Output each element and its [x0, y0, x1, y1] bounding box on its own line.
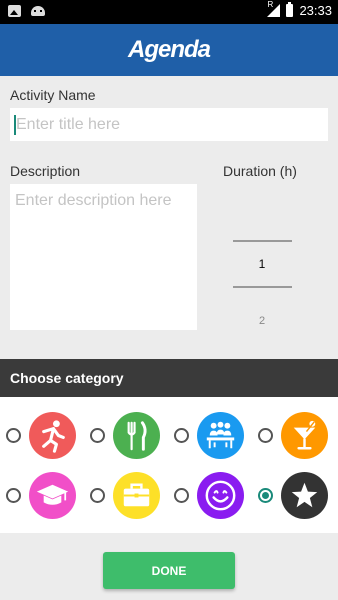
description-input[interactable]	[10, 184, 197, 330]
category-meeting[interactable]	[168, 410, 244, 464]
category-favorite[interactable]	[252, 470, 328, 524]
android-notification-icon	[31, 6, 45, 16]
done-button[interactable]: DONE	[103, 552, 235, 589]
category-radio[interactable]	[90, 488, 105, 503]
clock: 23:33	[299, 3, 332, 18]
app-title: Agenda	[127, 36, 211, 63]
category-radio-selected[interactable]	[258, 488, 273, 503]
category-radio[interactable]	[174, 488, 189, 503]
briefcase-icon[interactable]	[113, 472, 160, 519]
duration-label: Duration (h)	[223, 163, 297, 179]
gallery-notification-icon	[8, 5, 21, 17]
smiley-icon[interactable]	[197, 472, 244, 519]
graduation-cap-icon[interactable]	[29, 472, 76, 519]
signal-label: R	[267, 0, 274, 9]
description-label: Description	[10, 163, 81, 179]
meeting-people-icon[interactable]	[197, 412, 244, 459]
category-food[interactable]	[84, 410, 160, 464]
status-bar: R 23:33	[0, 0, 338, 24]
duration-picker[interactable]: 1 2	[222, 220, 302, 340]
fork-knife-icon[interactable]	[113, 412, 160, 459]
picker-divider-bottom	[233, 286, 292, 288]
activity-name-label: Activity Name	[10, 87, 96, 103]
running-person-icon[interactable]	[29, 412, 76, 459]
category-radio[interactable]	[174, 428, 189, 443]
category-sport[interactable]	[0, 410, 76, 464]
category-radio[interactable]	[90, 428, 105, 443]
text-cursor	[14, 115, 16, 135]
category-header-label: Choose category	[10, 370, 124, 386]
category-work[interactable]	[84, 470, 160, 524]
title-field[interactable]	[10, 108, 328, 141]
app-bar: Agenda	[0, 24, 338, 76]
category-radio[interactable]	[258, 428, 273, 443]
duration-next-value[interactable]: 2	[222, 315, 302, 327]
category-education[interactable]	[0, 470, 76, 524]
category-radio[interactable]	[6, 428, 21, 443]
cocktail-icon[interactable]	[281, 412, 328, 459]
category-radio[interactable]	[6, 488, 21, 503]
description-field[interactable]	[10, 184, 197, 330]
signal-icon: R	[267, 0, 281, 17]
title-input[interactable]	[10, 108, 328, 141]
category-header: Choose category	[0, 359, 338, 397]
category-drinks[interactable]	[252, 410, 328, 464]
battery-icon	[286, 2, 294, 17]
star-icon[interactable]	[281, 472, 328, 519]
category-grid	[0, 397, 338, 533]
category-fun[interactable]	[168, 470, 244, 524]
duration-selected-value[interactable]: 1	[222, 257, 302, 271]
picker-divider-top	[233, 240, 292, 242]
